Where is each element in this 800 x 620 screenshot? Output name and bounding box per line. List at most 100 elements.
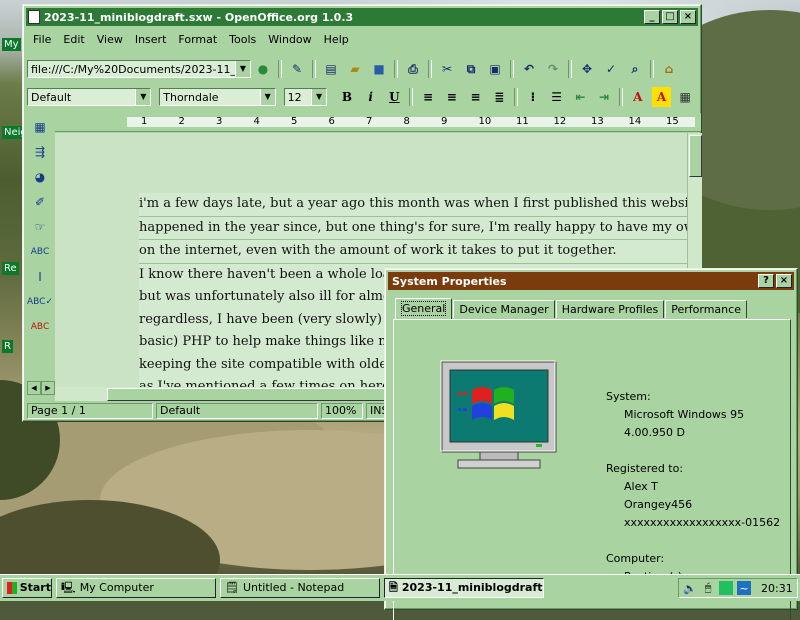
bullets-icon[interactable]: ☰ (547, 87, 567, 107)
spellcheck-icon[interactable]: ABC✓ (27, 291, 53, 313)
close-button[interactable]: × (680, 10, 696, 24)
new-document-icon[interactable]: ▤ (321, 59, 341, 79)
insert-table-icon[interactable]: ▦ (29, 116, 51, 138)
undo-icon[interactable]: ↶ (519, 59, 539, 79)
align-center-icon[interactable]: ≡ (442, 87, 462, 107)
task-openoffice[interactable]: 🗎 2023-11_miniblogdraft.... (384, 578, 544, 598)
scroll-right-icon[interactable]: ▶ (41, 381, 55, 395)
increase-indent-icon[interactable]: ⇥ (594, 87, 614, 107)
autocomplete-icon[interactable]: ABC (29, 241, 51, 263)
tab-performance[interactable]: Performance (665, 300, 747, 318)
font-size-combobox[interactable]: 12 ▼ (283, 88, 328, 106)
help-button[interactable]: ? (758, 274, 774, 288)
tab-label: General (400, 301, 447, 316)
tab-device-manager[interactable]: Device Manager (453, 300, 555, 318)
highlight-icon[interactable]: A (651, 87, 672, 107)
menu-bar: File Edit View Insert Format Tools Windo… (27, 31, 355, 49)
os-version: 4.00.950 D (624, 426, 685, 439)
menu-format[interactable]: Format (172, 31, 223, 49)
background-color-icon[interactable]: ▦ (675, 87, 695, 107)
chevron-down-icon[interactable]: ▼ (259, 89, 275, 105)
os-name: Microsoft Windows 95 (624, 408, 745, 421)
display-icon[interactable]: ~ (737, 581, 751, 595)
underline-icon[interactable]: U (385, 87, 405, 107)
tab-hardware-profiles[interactable]: Hardware Profiles (555, 300, 665, 318)
justify-icon[interactable]: ≣ (489, 87, 509, 107)
openoffice-titlebar[interactable]: 2023-11_miniblogdraft.sxw - OpenOffice.o… (26, 8, 698, 26)
menu-file[interactable]: File (27, 31, 57, 49)
ruler-number: 1 (141, 116, 148, 127)
gallery-icon[interactable]: ⌂ (659, 59, 679, 79)
ruler-number: 2 (178, 116, 185, 127)
ruler-number: 11 (516, 116, 529, 127)
network-icon[interactable] (719, 581, 733, 595)
document-text-line[interactable]: happened in the year since, but one thin… (139, 217, 687, 240)
dialog-titlebar[interactable]: System Properties ? × (388, 272, 794, 290)
font-size-value: 12 (287, 91, 302, 104)
align-right-icon[interactable]: ≡ (466, 87, 486, 107)
clock[interactable]: 20:31 (761, 582, 793, 595)
maximize-button[interactable]: □ (662, 10, 678, 24)
bold-icon[interactable]: B (337, 87, 357, 107)
insert-fields-icon[interactable]: ⇶ (29, 141, 51, 163)
stylist-icon[interactable]: ✓ (601, 59, 621, 79)
numbering-icon[interactable]: ⁝ (523, 87, 543, 107)
tab-general[interactable]: General (395, 298, 453, 319)
scroll-thumb[interactable] (689, 135, 702, 177)
scroll-left-icon[interactable]: ◀ (27, 381, 41, 395)
desktop-icon-label-recycle[interactable]: Re (2, 262, 19, 275)
decrease-indent-icon[interactable]: ⇤ (571, 87, 591, 107)
document-text-line[interactable]: i'm a few days late, but a year ago this… (139, 193, 687, 217)
redo-icon[interactable]: ↷ (543, 59, 563, 79)
edit-file-icon[interactable]: ✎ (287, 59, 307, 79)
minimize-button[interactable]: _ (644, 10, 660, 24)
volume-icon[interactable]: 🔈 (683, 581, 697, 595)
load-url-icon[interactable]: ● (253, 59, 273, 79)
task-my-computer[interactable]: 🖳 My Computer (56, 578, 216, 598)
chevron-down-icon[interactable]: ▼ (311, 89, 327, 105)
font-color-icon[interactable]: A (628, 87, 648, 107)
ruler-number: 6 (328, 116, 335, 127)
system-properties-dialog: System Properties ? × General Device Man… (384, 268, 798, 620)
desktop-icon-label-r[interactable]: R (2, 340, 13, 353)
chevron-down-icon[interactable]: ▼ (135, 89, 151, 105)
insert-object-icon[interactable]: ◕ (29, 166, 51, 188)
menu-view[interactable]: View (91, 31, 129, 49)
desktop-icon-strip: My Neig Re R (0, 30, 29, 570)
show-draw-functions-icon[interactable]: ✐ (29, 191, 51, 213)
data-sources-icon[interactable]: ⌕ (625, 59, 645, 79)
paste-icon[interactable]: ▣ (485, 59, 505, 79)
dialog-title: System Properties (392, 274, 507, 288)
print-icon[interactable]: ⎙ (403, 59, 423, 79)
italic-icon[interactable]: i (361, 87, 381, 107)
close-button[interactable]: × (776, 274, 792, 288)
autospellcheck-icon[interactable]: ABC (29, 316, 51, 338)
document-text-line[interactable]: on the internet, even with the amount of… (139, 240, 687, 264)
menu-window[interactable]: Window (262, 31, 317, 49)
computer-heading: Computer: (606, 552, 665, 565)
desktop-icon-label-my-computer[interactable]: My (2, 38, 21, 51)
zoom-indicator[interactable]: 100% (321, 403, 363, 419)
menu-edit[interactable]: Edit (57, 31, 90, 49)
paragraph-style-combobox[interactable]: Default ▼ (27, 88, 152, 106)
align-left-icon[interactable]: ≡ (418, 87, 438, 107)
start-button[interactable]: Start (2, 578, 52, 598)
ruler-number: 13 (591, 116, 604, 127)
menu-insert[interactable]: Insert (129, 31, 173, 49)
open-folder-icon[interactable]: ▰ (345, 59, 365, 79)
form-controls-icon[interactable]: ☞ (29, 216, 51, 238)
text-cursor-icon[interactable]: I (29, 266, 51, 288)
menu-tools[interactable]: Tools (223, 31, 262, 49)
document-icon: 🗎 (389, 581, 398, 594)
navigator-icon[interactable]: ✥ (577, 59, 597, 79)
cut-icon[interactable]: ✂ (437, 59, 457, 79)
task-notepad[interactable]: 🗒 Untitled - Notepad (220, 578, 380, 598)
url-combobox[interactable]: file:///C:/My%20Documents/2023-11_minibl… (27, 60, 251, 78)
copy-icon[interactable]: ⧉ (461, 59, 481, 79)
chevron-down-icon[interactable]: ▼ (235, 61, 250, 77)
save-icon[interactable]: ■ (369, 59, 389, 79)
mouse-icon[interactable]: 🖱 (701, 581, 715, 595)
menu-help[interactable]: Help (318, 31, 355, 49)
font-name-combobox[interactable]: Thorndale ▼ (159, 88, 276, 106)
horizontal-ruler[interactable]: 1 2 3 4 5 6 7 8 9 10 11 12 13 14 15 (55, 113, 701, 132)
